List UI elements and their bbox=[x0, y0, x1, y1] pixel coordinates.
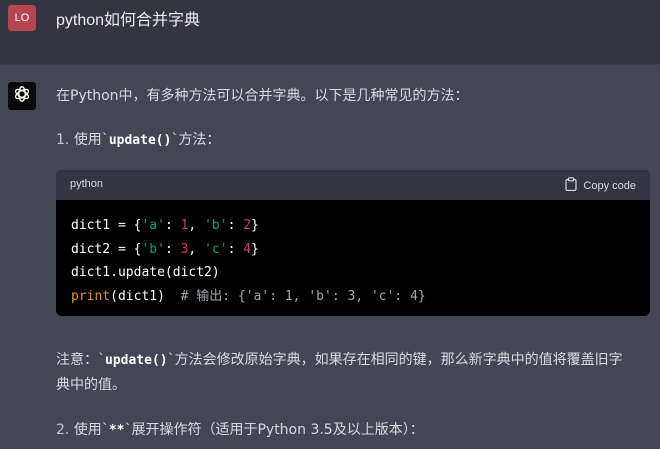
code-token: dict1 = { bbox=[71, 218, 142, 233]
list-number: 2. bbox=[56, 422, 70, 438]
code-block-header: python Copy code bbox=[56, 170, 650, 200]
code-content: dict1 = {'a': 1, 'b': 2} dict2 = {'b': 3,… bbox=[56, 200, 650, 308]
copy-code-label: Copy code bbox=[583, 179, 636, 192]
code-token: (dict1) bbox=[110, 288, 181, 304]
code-token: : bbox=[164, 218, 181, 233]
list-item-1: 1. 使用`update()`方法： bbox=[56, 128, 220, 153]
code-string: 'c' bbox=[204, 241, 228, 257]
code-block: python Copy code dict1 = {'a': 1, 'b': 2… bbox=[56, 170, 650, 316]
list-item-suffix: `方法： bbox=[171, 132, 221, 148]
user-message-text: python如何合并字典 bbox=[56, 12, 201, 29]
code-string: 'b' bbox=[204, 218, 228, 233]
list-item-2: 2. 使用`**`展开操作符（适用于Python 3.5及以上版本）： bbox=[56, 418, 424, 443]
code-token: } bbox=[251, 241, 259, 257]
list-item-prefix: 使用` bbox=[73, 422, 109, 438]
message-divider bbox=[0, 64, 660, 65]
list-number: 1. bbox=[56, 132, 70, 148]
code-line: dict2 = {'b': 3, 'c': 4} bbox=[71, 238, 650, 262]
code-token: , bbox=[188, 241, 205, 257]
list-item-suffix: `展开操作符（适用于Python 3.5及以上版本）： bbox=[124, 422, 424, 438]
assistant-avatar bbox=[8, 82, 36, 110]
inline-code: update() bbox=[105, 353, 168, 368]
code-token: : bbox=[227, 218, 244, 233]
code-token: dict2 = { bbox=[71, 241, 142, 257]
inline-code: ** bbox=[108, 423, 125, 438]
note-line-1: 注意：`update()`方法会修改原始字典，如果存在相同的键，那么新字典中的值… bbox=[56, 348, 623, 373]
openai-logo-icon bbox=[12, 84, 32, 108]
code-token: : bbox=[227, 241, 244, 257]
code-language-label: python bbox=[70, 178, 104, 190]
user-avatar: LO bbox=[8, 5, 36, 31]
code-token: , bbox=[188, 218, 205, 233]
code-number: 2 bbox=[243, 218, 252, 233]
code-string: 'b' bbox=[141, 241, 165, 257]
user-avatar-initials: LO bbox=[14, 12, 30, 24]
assistant-intro: 在Python中，有多种方法可以合并字典。以下是几种常见的方法： bbox=[56, 88, 469, 104]
clipboard-icon bbox=[565, 177, 578, 194]
code-line: dict1.update(dict2) bbox=[71, 265, 220, 280]
note-prefix: 注意：` bbox=[56, 352, 105, 368]
code-token: : bbox=[164, 241, 181, 257]
user-message-row: LO python如何合并字典 bbox=[0, 0, 660, 64]
code-token: } bbox=[251, 218, 259, 233]
code-line: print(dict1) # 输出: {'a': 1, 'b': 3, 'c':… bbox=[71, 285, 650, 309]
code-builtin: print bbox=[71, 288, 111, 304]
code-string: 'a' bbox=[141, 218, 165, 233]
note-line-2: 典中的值。 bbox=[56, 377, 126, 393]
code-number: 4 bbox=[243, 241, 252, 257]
note-text: `方法会修改原始字典，如果存在相同的键，那么新字典中的值将覆盖旧字 bbox=[167, 352, 623, 368]
inline-code: update() bbox=[108, 133, 172, 148]
code-comment: # 输出: {'a': 1, 'b': 3, 'c': 4} bbox=[180, 288, 426, 304]
list-item-prefix: 使用` bbox=[73, 132, 109, 148]
copy-code-button[interactable]: Copy code bbox=[565, 177, 636, 194]
code-line: dict1 = {'a': 1, 'b': 2} bbox=[71, 214, 650, 238]
